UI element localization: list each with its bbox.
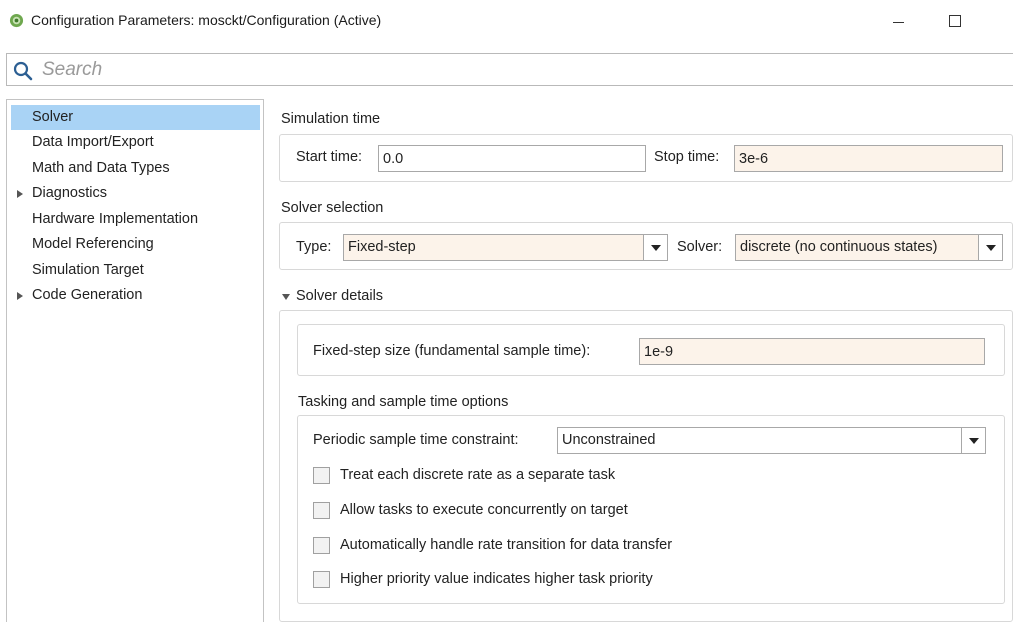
stop-time-label: Stop time:	[654, 149, 720, 165]
checkbox-label: Allow tasks to execute concurrently on t…	[340, 502, 628, 518]
nav-item-code-generation[interactable]: Code Generation	[11, 283, 260, 308]
expand-arrow-icon[interactable]	[17, 292, 23, 300]
chevron-down-icon[interactable]	[978, 235, 1002, 260]
solver-selection-heading: Solver selection	[281, 200, 384, 216]
periodic-constraint-value: Unconstrained	[562, 432, 656, 448]
window-title: Configuration Parameters: mosckt/Configu…	[31, 12, 382, 28]
nav-item-label: Code Generation	[32, 287, 143, 303]
nav-item-label: Solver	[32, 109, 74, 125]
priority-checkbox[interactable]	[313, 571, 330, 588]
expand-arrow-icon[interactable]	[17, 190, 23, 198]
nav-item-simulation-target[interactable]: Simulation Target	[11, 258, 260, 283]
nav-item-hardware-implementation[interactable]: Hardware Implementation	[11, 207, 260, 232]
concurrent-tasks-checkbox[interactable]	[313, 502, 330, 519]
start-time-label: Start time:	[296, 149, 363, 165]
start-time-input[interactable]	[378, 145, 646, 172]
nav-item-solver[interactable]: Solver	[11, 105, 260, 130]
solver-dropdown-value: discrete (no continuous states)	[740, 239, 938, 255]
maximize-button[interactable]	[932, 4, 978, 38]
search-bar[interactable]	[6, 53, 1013, 86]
simulation-time-heading: Simulation time	[281, 111, 381, 127]
simulink-config-icon	[9, 13, 24, 28]
step-size-label: Fixed-step size (fundamental sample time…	[313, 343, 591, 359]
nav-item-label: Data Import/Export	[32, 134, 154, 150]
type-dropdown[interactable]: Fixed-step	[343, 234, 668, 261]
search-icon	[13, 61, 33, 81]
chevron-down-icon[interactable]	[961, 428, 985, 453]
checkbox-label: Higher priority value indicates higher t…	[340, 571, 653, 587]
chevron-down-icon[interactable]	[643, 235, 667, 260]
search-input[interactable]	[42, 57, 942, 83]
step-size-input[interactable]	[639, 338, 985, 365]
nav-item-label: Model Referencing	[32, 236, 154, 252]
nav-item-label: Simulation Target	[32, 262, 144, 278]
nav-item-label: Diagnostics	[32, 185, 107, 201]
collapse-arrow-icon[interactable]	[282, 294, 290, 300]
solver-label: Solver:	[677, 239, 723, 255]
periodic-constraint-dropdown[interactable]: Unconstrained	[557, 427, 986, 454]
checkbox-label: Treat each discrete rate as a separate t…	[340, 467, 616, 483]
solver-dropdown[interactable]: discrete (no continuous states)	[735, 234, 1003, 261]
separate-task-checkbox[interactable]	[313, 467, 330, 484]
title-bar: Configuration Parameters: mosckt/Configu…	[0, 0, 1013, 42]
nav-item-math-data-types[interactable]: Math and Data Types	[11, 156, 260, 181]
nav-item-label: Math and Data Types	[32, 160, 170, 176]
periodic-constraint-label: Periodic sample time constraint:	[313, 432, 519, 448]
minimize-button[interactable]	[876, 4, 922, 38]
type-dropdown-value: Fixed-step	[348, 239, 416, 255]
type-label: Type:	[296, 239, 332, 255]
rate-transition-checkbox[interactable]	[313, 537, 330, 554]
category-tree: Solver Data Import/Export Math and Data …	[6, 99, 264, 622]
nav-item-model-referencing[interactable]: Model Referencing	[11, 232, 260, 257]
solver-details-heading[interactable]: Solver details	[296, 288, 383, 304]
nav-item-diagnostics[interactable]: Diagnostics	[11, 181, 260, 206]
nav-item-data-import-export[interactable]: Data Import/Export	[11, 130, 260, 155]
stop-time-input[interactable]	[734, 145, 1003, 172]
tasking-heading: Tasking and sample time options	[298, 394, 509, 410]
nav-item-label: Hardware Implementation	[32, 211, 199, 227]
checkbox-label: Automatically handle rate transition for…	[340, 537, 673, 553]
